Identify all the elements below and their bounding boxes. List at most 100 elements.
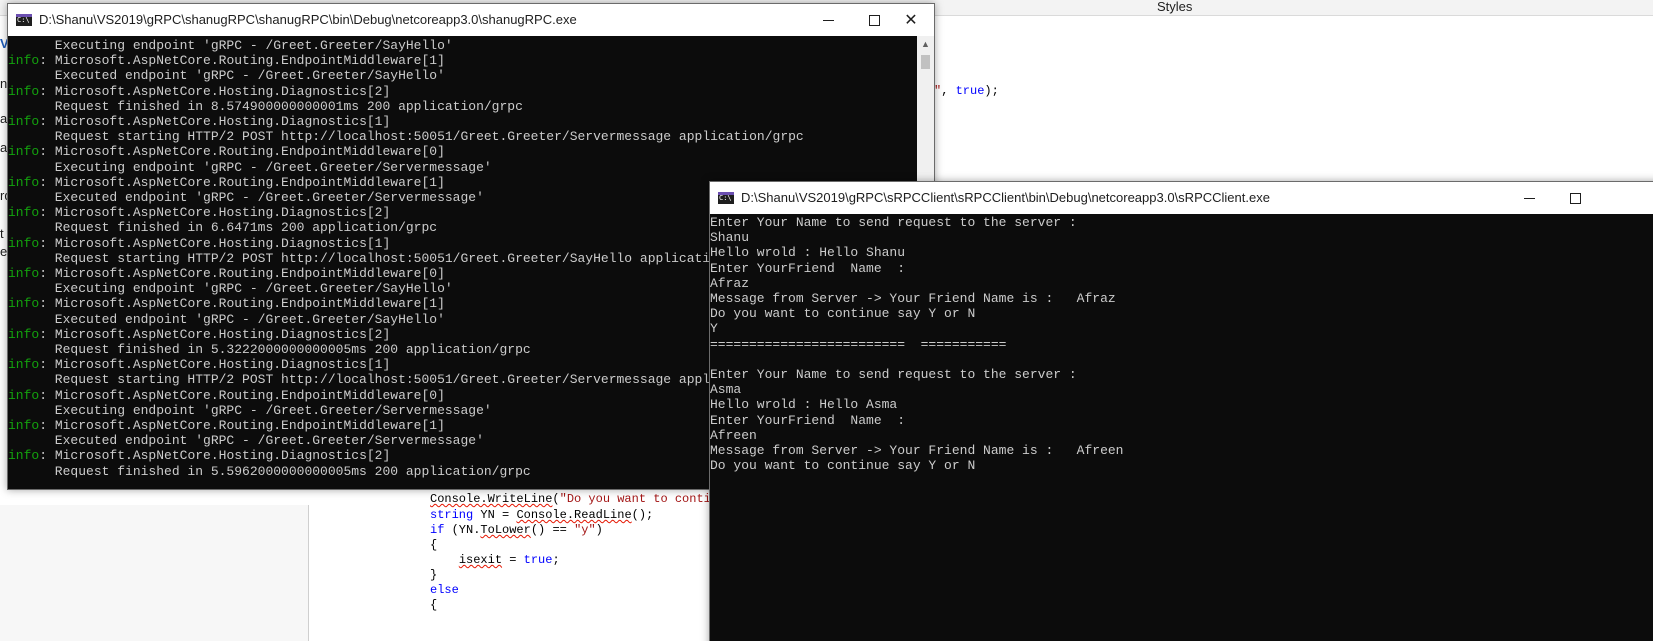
tab-styles[interactable]: Styles — [1157, 0, 1192, 16]
log-level-label: info — [8, 114, 40, 130]
server-log-line: Request starting HTTP/2 POST http://loca… — [8, 129, 917, 144]
server-log-line: Request finished in 8.574900000000001ms … — [8, 99, 917, 114]
log-level-label: info — [8, 83, 40, 99]
minimize-button[interactable] — [805, 4, 851, 36]
log-message: : Microsoft.AspNetCore.Hosting.Diagnosti… — [39, 205, 391, 221]
close-icon: ✕ — [904, 10, 918, 29]
code-line: Console.WriteLine("Do you want to contin… — [430, 492, 733, 506]
server-window-title: D:\Shanu\VS2019\gRPC\shanugRPC\shanugRPC… — [39, 12, 577, 27]
log-message: Executing endpoint 'gRPC - /Greet.Greete… — [8, 281, 453, 297]
client-console-window[interactable]: C:\ D:\Shanu\VS2019\gRPC\sRPCClient\sRPC… — [709, 181, 1653, 641]
client-title-bar[interactable]: C:\ D:\Shanu\VS2019\gRPC\sRPCClient\sRPC… — [710, 182, 1653, 214]
client-output-line — [710, 352, 1653, 367]
scroll-up-arrow-icon[interactable]: ▲ — [917, 36, 934, 53]
server-log-line: info: Microsoft.AspNetCore.Routing.Endpo… — [8, 144, 917, 159]
server-log-line: info: Microsoft.AspNetCore.Hosting.Diagn… — [8, 114, 917, 129]
code-rest-fragment: ); — [984, 84, 999, 98]
code-line: { — [430, 538, 438, 552]
console-app-icon: C:\ — [16, 14, 32, 26]
log-message: : Microsoft.AspNetCore.Hosting.Diagnosti… — [39, 448, 391, 464]
client-output-line: Y — [710, 321, 718, 337]
client-output-line: Enter YourFriend Name : — [710, 260, 906, 276]
log-message: : Microsoft.AspNetCore.Routing.EndpointM… — [39, 174, 445, 190]
log-message: Request finished in 6.6471ms 200 applica… — [8, 220, 438, 236]
log-message: : Microsoft.AspNetCore.Hosting.Diagnosti… — [39, 83, 391, 99]
server-log-line: Executed endpoint 'gRPC - /Greet.Greeter… — [8, 68, 917, 83]
client-output-line: Enter Your Name to send request to the s… — [710, 215, 1077, 230]
log-message: Request starting HTTP/2 POST http://loca… — [8, 129, 804, 145]
log-level-label: info — [8, 266, 40, 282]
log-message: Request finished in 5.5962000000000005ms… — [8, 463, 531, 479]
console-app-icon: C:\ — [718, 192, 734, 204]
log-message: Request starting HTTP/2 POST http://loca… — [8, 250, 765, 266]
code-line: if (YN.ToLower() == "y") — [430, 523, 603, 537]
server-log-line: Executing endpoint 'gRPC - /Greet.Greete… — [8, 160, 917, 175]
minimize-icon — [1523, 198, 1535, 199]
log-message: Executed endpoint 'gRPC - /Greet.Greeter… — [8, 311, 445, 327]
code-comma-fragment: , — [941, 84, 956, 98]
maximize-icon — [868, 15, 880, 26]
maximize-button[interactable] — [1552, 182, 1598, 214]
log-level-label: info — [8, 326, 40, 342]
client-output-line: Hello wrold : Hello Asma — [710, 397, 898, 413]
code-fragment-top: ", true); — [934, 83, 999, 99]
log-level-label: info — [8, 296, 40, 312]
log-level-label: info — [8, 357, 40, 373]
client-output-line: Enter YourFriend Name : — [710, 412, 906, 428]
log-level-label: info — [8, 174, 40, 190]
log-message: Request finished in 5.3222000000000005ms… — [8, 342, 531, 358]
client-console-output[interactable]: Enter Your Name to send request to the s… — [710, 214, 1653, 641]
server-log-line: info: Microsoft.AspNetCore.Hosting.Diagn… — [8, 84, 917, 99]
code-line: isexit = true; — [458, 553, 560, 567]
client-output-line: Do you want to continue say Y or N — [710, 306, 976, 322]
log-message: Executing endpoint 'gRPC - /Greet.Greete… — [8, 402, 492, 418]
log-message: Executing endpoint 'gRPC - /Greet.Greete… — [8, 159, 492, 175]
scrollbar-thumb[interactable] — [921, 55, 930, 69]
close-button[interactable]: ✕ — [888, 4, 934, 36]
code-line: } — [430, 568, 438, 582]
log-message: Executed endpoint 'gRPC - /Greet.Greeter… — [8, 433, 484, 449]
log-message: : Microsoft.AspNetCore.Routing.EndpointM… — [39, 387, 445, 403]
code-line: string YN = Console.ReadLine(); — [430, 508, 654, 522]
log-message: : Microsoft.AspNetCore.Routing.EndpointM… — [39, 266, 445, 282]
log-message: : Microsoft.AspNetCore.Routing.EndpointM… — [39, 144, 445, 160]
log-message: : Microsoft.AspNetCore.Hosting.Diagnosti… — [39, 357, 391, 373]
log-message: Executed endpoint 'gRPC - /Greet.Greeter… — [8, 68, 445, 84]
log-message: : Microsoft.AspNetCore.Routing.EndpointM… — [39, 418, 445, 434]
log-message: : Microsoft.AspNetCore.Routing.EndpointM… — [39, 53, 445, 69]
client-output-line: Hello wrold : Hello Shanu — [710, 245, 906, 261]
ide-margin-divider — [308, 505, 309, 641]
log-level-label: info — [8, 205, 40, 221]
code-line: else — [430, 583, 459, 597]
server-title-bar[interactable]: C:\ D:\Shanu\VS2019\gRPC\shanugRPC\shanu… — [8, 4, 934, 36]
client-output-line: Message from Server -> Your Friend Name … — [710, 443, 1124, 459]
client-output-line: Afreen — [710, 427, 757, 443]
log-level-label: info — [8, 387, 40, 403]
minimize-icon — [822, 20, 834, 21]
server-log-line: info: Microsoft.AspNetCore.Routing.Endpo… — [8, 53, 917, 68]
ide-left-margin — [0, 505, 308, 641]
code-keyword-true: true — [955, 84, 985, 98]
log-level-label: info — [8, 144, 40, 160]
log-level-label: info — [8, 448, 40, 464]
maximize-icon — [1569, 193, 1581, 204]
minimize-button[interactable] — [1506, 182, 1552, 214]
server-log-line: Executing endpoint 'gRPC - /Greet.Greete… — [8, 38, 917, 53]
client-output-line: Asma — [710, 382, 742, 398]
client-output-line: ========================= =========== — [710, 336, 1007, 352]
log-message: Executing endpoint 'gRPC - /Greet.Greete… — [8, 38, 453, 53]
log-level-label: info — [8, 235, 40, 251]
client-output-line: Shanu — [710, 230, 750, 246]
log-level-label: info — [8, 53, 40, 69]
log-message: Request finished in 8.574900000000001ms … — [8, 98, 523, 114]
log-message: : Microsoft.AspNetCore.Hosting.Diagnosti… — [39, 235, 391, 251]
log-level-label: info — [8, 418, 40, 434]
client-output-line: Message from Server -> Your Friend Name … — [710, 291, 1116, 307]
client-window-title: D:\Shanu\VS2019\gRPC\sRPCClient\sRPCClie… — [741, 190, 1270, 205]
client-output-line: Afraz — [710, 275, 750, 291]
log-message: Request starting HTTP/2 POST http://loca… — [8, 372, 804, 388]
log-message: : Microsoft.AspNetCore.Hosting.Diagnosti… — [39, 114, 391, 130]
log-message: : Microsoft.AspNetCore.Routing.EndpointM… — [39, 296, 445, 312]
code-line: { — [430, 598, 438, 612]
client-output-line: Enter Your Name to send request to the s… — [710, 367, 1077, 383]
